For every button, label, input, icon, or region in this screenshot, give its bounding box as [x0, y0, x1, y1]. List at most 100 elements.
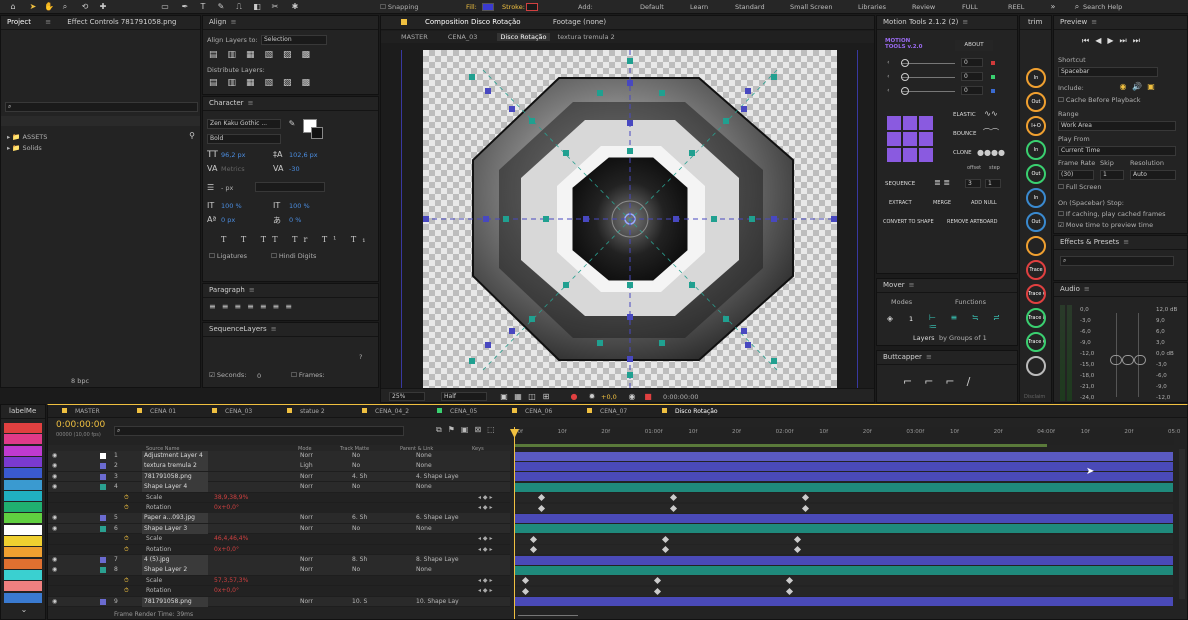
- merge-button[interactable]: MERGE: [933, 200, 951, 206]
- seconds-checkbox[interactable]: ☑ Seconds:: [209, 371, 246, 379]
- chevron-down-icon[interactable]: ⌄: [19, 605, 29, 615]
- anchor-ml[interactable]: [887, 132, 901, 146]
- roto-brush-icon[interactable]: ✂: [270, 2, 280, 12]
- layer-mode[interactable]: Norr: [300, 555, 313, 565]
- tracking-value[interactable]: -30: [289, 165, 300, 173]
- text-style-buttons[interactable]: T T TT Tr T¹ T₁: [221, 235, 371, 244]
- comp-time[interactable]: 0:00:00:00: [663, 393, 699, 401]
- layer-row[interactable]: ◉ 5 Paper a...093.jpg Norr 6. Sh 6. Shape Lay…: [48, 513, 510, 524]
- folder-assets[interactable]: ▸ 📁 ASSETS: [7, 133, 47, 141]
- snapping-checkbox[interactable]: ☐ Snapping: [380, 3, 418, 11]
- label-swatch[interactable]: [4, 445, 42, 456]
- work-area-bar[interactable]: [514, 444, 1047, 447]
- resolution-dropdown-preview[interactable]: Auto: [1130, 170, 1176, 180]
- skip-dropdown[interactable]: 1: [1100, 170, 1124, 180]
- trim-button-1[interactable]: Out: [1026, 92, 1046, 112]
- timeline-tab[interactable]: MASTER: [62, 405, 100, 418]
- label-color[interactable]: [100, 598, 106, 605]
- zoom-dropdown[interactable]: 25%: [389, 392, 425, 401]
- flowchart-icon[interactable]: ⚲: [187, 131, 197, 141]
- timeline-tab[interactable]: statue 2: [287, 405, 325, 418]
- property-value[interactable]: 0x+0,0°: [214, 586, 239, 596]
- layer-track-bar[interactable]: [515, 555, 1173, 565]
- layer-mode[interactable]: Norr: [300, 513, 313, 523]
- label-color[interactable]: [100, 453, 106, 459]
- visibility-eye-icon[interactable]: ◉: [52, 524, 57, 534]
- stroke-color-swatch[interactable]: [311, 127, 323, 139]
- full-screen-checkbox[interactable]: ☐ Full Screen: [1058, 183, 1101, 191]
- trim-button-3[interactable]: In: [1026, 140, 1046, 160]
- seconds-value[interactable]: 0: [257, 372, 261, 380]
- region-of-interest-icon[interactable]: ▣: [499, 392, 509, 402]
- frames-checkbox[interactable]: ☐ Frames:: [291, 371, 325, 379]
- label-swatch[interactable]: [4, 456, 42, 467]
- guides-icon[interactable]: ⊞: [541, 392, 551, 402]
- visibility-eye-icon[interactable]: ◉: [52, 565, 57, 575]
- slider-row-1[interactable]: ‹ 0: [887, 58, 1007, 68]
- tsume-value[interactable]: 0 %: [289, 216, 301, 224]
- tab-effect-controls[interactable]: Effect Controls 781791058.png: [67, 16, 176, 29]
- stopwatch-icon[interactable]: ⏱: [124, 576, 129, 586]
- time-ruler[interactable]: 00f 10f 20f 01:00f 10f 20f 02:00f 10f 20f 03:00f 1…: [514, 427, 1180, 445]
- baseline-value[interactable]: 0 px: [221, 216, 235, 224]
- anchor-tc[interactable]: [903, 116, 917, 130]
- slider-1-track[interactable]: [901, 63, 955, 64]
- layer-matte[interactable]: 8. Sh: [352, 555, 367, 565]
- timeline-search-input[interactable]: ⌕: [114, 426, 404, 436]
- align-to-dropdown[interactable]: Selection: [261, 35, 327, 45]
- layer-track-bar[interactable]: [515, 482, 1173, 492]
- layer-mode[interactable]: Norr: [300, 565, 313, 575]
- workspace-libraries[interactable]: Libraries: [858, 0, 886, 14]
- play-from-dropdown[interactable]: Current Time: [1058, 146, 1176, 156]
- menu-icon[interactable]: ≡: [45, 18, 51, 26]
- label-swatch[interactable]: [4, 502, 42, 513]
- horizontal-scale-value[interactable]: 100 %: [289, 202, 310, 210]
- slider-2-track[interactable]: [901, 77, 955, 78]
- layer-parent[interactable]: 8. Shape Laye: [416, 555, 466, 565]
- timeline-tab[interactable]: CENA_04_2: [362, 405, 409, 418]
- audio-knob-right[interactable]: [1134, 355, 1146, 365]
- range-dropdown[interactable]: Work Area: [1058, 121, 1176, 131]
- chevron-right-icon[interactable]: »: [1048, 2, 1058, 12]
- layer-track-bar[interactable]: [515, 472, 1173, 482]
- slider-1-value[interactable]: 0: [961, 58, 983, 67]
- layer-track-bar[interactable]: [515, 461, 1173, 471]
- font-family-dropdown[interactable]: Zen Kaku Gothic ...: [207, 119, 281, 129]
- layer-parent[interactable]: None: [416, 565, 466, 575]
- label-swatch[interactable]: [4, 479, 42, 490]
- label-color[interactable]: [100, 567, 106, 574]
- shortcut-dropdown[interactable]: Spacebar: [1058, 67, 1158, 77]
- slider-row-2[interactable]: ‹ 0: [887, 72, 1007, 82]
- buttcapper-buttons[interactable]: ⌐⌐⌐∕: [903, 375, 982, 388]
- trim-button-12[interactable]: [1026, 356, 1046, 376]
- search-help[interactable]: Search Help: [1083, 0, 1122, 14]
- slider-2-value[interactable]: 0: [961, 72, 983, 81]
- eyedropper-icon[interactable]: ✎: [287, 119, 297, 129]
- label-swatch[interactable]: [4, 490, 42, 501]
- project-search-input[interactable]: ⌕: [5, 102, 198, 112]
- visibility-eye-icon[interactable]: ◉: [52, 597, 57, 607]
- visibility-eye-icon[interactable]: ◉: [52, 482, 57, 492]
- layer-name[interactable]: 781791058.png: [142, 471, 208, 482]
- layer-row[interactable]: ◉ 7 4 (5).jpg Norr 8. Sh 8. Shape Laye: [48, 555, 510, 566]
- include-video-icon[interactable]: ◉: [1118, 82, 1128, 92]
- breadcrumb-master[interactable]: MASTER: [401, 33, 428, 41]
- layer-name[interactable]: Shape Layer 4: [142, 482, 208, 493]
- breadcrumb-cena03[interactable]: CENA_03: [448, 33, 477, 41]
- layer-track-bar[interactable]: [515, 451, 1173, 461]
- layer-matte[interactable]: 6. Sh: [352, 513, 367, 523]
- property-row[interactable]: ⏱ Scale 46,4,46,4% ◂ ◆ ▸: [48, 534, 510, 545]
- type-tool-icon[interactable]: T: [198, 2, 208, 12]
- channels-icon[interactable]: ●: [569, 392, 579, 402]
- layer-parent[interactable]: None: [416, 524, 466, 534]
- timeline-tab[interactable]: CENA_05: [437, 405, 477, 418]
- stroke-swatch[interactable]: [526, 3, 538, 11]
- layer-row[interactable]: ◉ 8 Shape Layer 2 Norr No None: [48, 565, 510, 576]
- pan-behind-icon[interactable]: ✚: [98, 2, 108, 12]
- layer-parent[interactable]: None: [416, 451, 466, 461]
- property-track[interactable]: [515, 545, 1173, 555]
- timeline-tab[interactable]: CENA_06: [512, 405, 552, 418]
- workspace-full[interactable]: FULL: [962, 0, 978, 14]
- stroke-width-value[interactable]: - px: [221, 184, 233, 192]
- mover-function-buttons[interactable]: ⊢ ≡ ≒ ≓ ≔: [929, 313, 1017, 331]
